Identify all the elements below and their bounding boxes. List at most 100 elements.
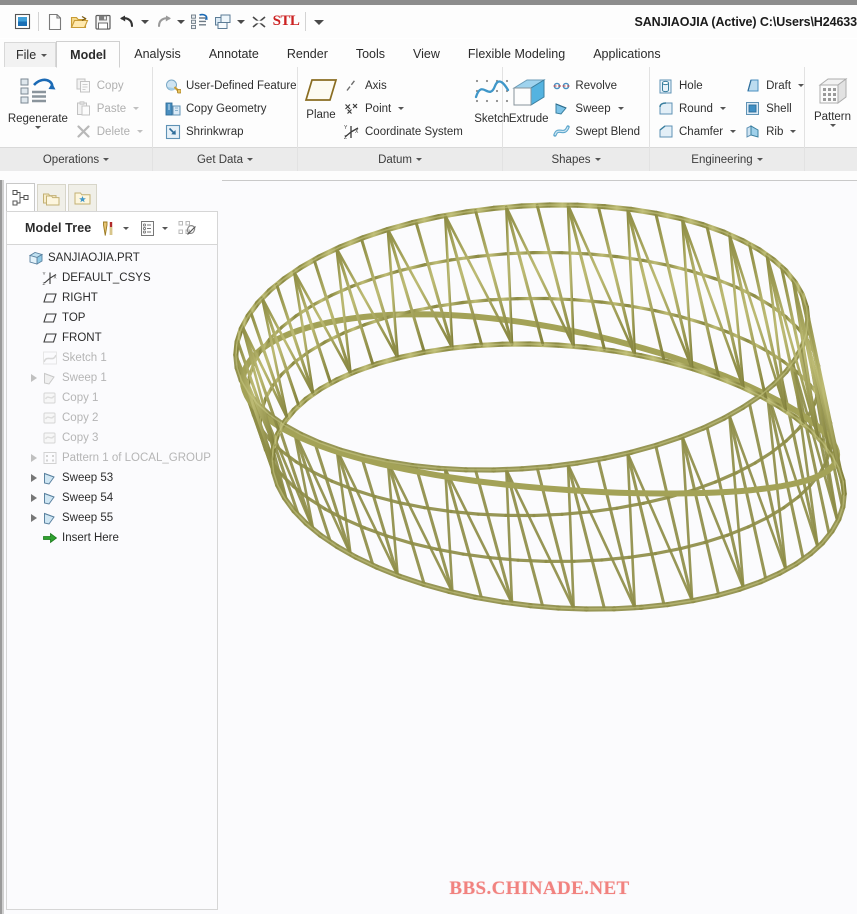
tree-item-insert-here[interactable]: Insert Here — [7, 528, 217, 548]
swept-blend-button[interactable]: Swept Blend — [550, 120, 645, 143]
tree-item-default-csys[interactable]: Y Z X DEFAULT_CSYS — [7, 268, 217, 288]
tree-item-sanjiaojia-prt[interactable]: SANJIAOJIA.PRT — [7, 248, 217, 268]
undo-icon[interactable] — [115, 10, 139, 34]
window-restore-icon[interactable] — [10, 10, 34, 34]
tree-settings-icon[interactable] — [97, 217, 119, 239]
tab-tools[interactable]: Tools — [342, 41, 399, 67]
engineering-expand-icon[interactable] — [756, 158, 763, 161]
model-tree-list[interactable]: SANJIAOJIA.PRT Y Z X DEFAULT_CSYS RIGHT TOP… — [6, 245, 218, 910]
shell-button[interactable]: Shell — [741, 97, 809, 120]
open-folder-icon[interactable] — [67, 10, 91, 34]
close-window-icon[interactable] — [247, 10, 271, 34]
tree-item-right[interactable]: RIGHT — [7, 288, 217, 308]
expand-triangle-icon[interactable] — [27, 468, 41, 488]
draft-dropdown-icon[interactable] — [798, 84, 805, 87]
coordinate-system-label: Coordinate System — [365, 125, 463, 138]
graphics-viewport[interactable]: BBS.CHINADE.NET — [222, 180, 857, 914]
datum-expand-icon[interactable] — [415, 158, 422, 161]
sweep-button[interactable]: Sweep — [550, 97, 645, 120]
tab-analysis[interactable]: Analysis — [120, 41, 195, 67]
draft-button[interactable]: Draft — [741, 74, 809, 97]
customize-qat-icon[interactable] — [310, 11, 328, 33]
model-tree-tab[interactable] — [6, 183, 35, 211]
toroidal-lattice-truss-model[interactable] — [222, 181, 857, 914]
datum-point-button[interactable]: Point — [340, 97, 468, 120]
truss-member — [461, 552, 492, 560]
favorites-tab[interactable] — [68, 184, 97, 211]
revolve-button[interactable]: Revolve — [550, 74, 645, 97]
operations-expand-icon[interactable] — [103, 158, 110, 161]
copy-geometry-button[interactable]: Copy Geometry — [161, 97, 302, 120]
tab-render[interactable]: Render — [273, 41, 342, 67]
user-defined-feature-button[interactable]: User-Defined Feature — [161, 74, 302, 97]
round-button[interactable]: Round — [654, 97, 741, 120]
delete-dropdown-icon[interactable] — [137, 130, 143, 133]
window-switch-dropdown-icon[interactable] — [235, 11, 247, 33]
tree-item-sweep-53[interactable]: Sweep 53 — [7, 468, 217, 488]
tab-flexible-modeling[interactable]: Flexible Modeling — [454, 41, 579, 67]
window-switch-icon[interactable] — [211, 10, 235, 34]
ribbon-group-operations-label[interactable]: Operations — [0, 147, 152, 171]
expand-triangle-icon[interactable] — [27, 448, 41, 468]
shrinkwrap-button[interactable]: Shrinkwrap — [161, 120, 302, 143]
redo-dropdown-icon[interactable] — [175, 11, 187, 33]
point-dropdown-icon[interactable] — [398, 107, 405, 110]
round-dropdown-icon[interactable] — [719, 107, 726, 110]
tree-display-icon[interactable] — [136, 217, 158, 239]
get-data-expand-icon[interactable] — [247, 158, 254, 161]
datum-plane-button[interactable]: Plane — [302, 72, 340, 121]
rib-dropdown-icon[interactable] — [790, 130, 797, 133]
tab-file[interactable]: File — [4, 42, 57, 67]
ribbon-group-engineering-label[interactable]: Engineering — [650, 147, 804, 171]
coordinate-system-button[interactable]: Y Z X Coordinate System — [340, 120, 468, 143]
new-file-icon[interactable] — [43, 10, 67, 34]
extrude-button[interactable]: Extrude — [507, 72, 550, 125]
tree-display-dropdown-icon[interactable] — [158, 217, 172, 239]
chamfer-button[interactable]: Chamfer — [654, 120, 741, 143]
paste-dropdown-icon[interactable] — [133, 107, 140, 110]
redo-icon[interactable] — [151, 10, 175, 34]
delete-button[interactable]: Delete — [72, 120, 148, 143]
ribbon-group-get-data-label[interactable]: Get Data — [153, 147, 297, 171]
paste-button[interactable]: Paste — [72, 97, 148, 120]
chamfer-dropdown-icon[interactable] — [730, 130, 737, 133]
tab-applications[interactable]: Applications — [579, 41, 674, 67]
tree-item-sweep-55[interactable]: Sweep 55 — [7, 508, 217, 528]
shapes-expand-icon[interactable] — [594, 158, 601, 161]
sweep-dropdown-icon[interactable] — [617, 107, 624, 110]
tree-item-copy-1[interactable]: Copy 1 — [7, 388, 217, 408]
tab-model[interactable]: Model — [56, 41, 121, 68]
tree-item-sweep-1[interactable]: Sweep 1 — [7, 368, 217, 388]
rib-button[interactable]: Rib — [741, 120, 809, 143]
ribbon-group-datum-label[interactable]: Datum — [298, 147, 502, 171]
ribbon-group-editing-label[interactable] — [805, 147, 857, 171]
tree-item-copy-2[interactable]: Copy 2 — [7, 408, 217, 428]
ribbon-group-shapes-label[interactable]: Shapes — [503, 147, 649, 171]
tree-filter-icon[interactable] — [176, 217, 198, 239]
copy-button[interactable]: Copy — [72, 74, 148, 97]
pattern-dropdown-icon[interactable] — [829, 124, 836, 127]
tab-view[interactable]: View — [399, 41, 454, 67]
stl-icon[interactable]: STL — [271, 10, 301, 34]
tree-item-top[interactable]: TOP — [7, 308, 217, 328]
tree-item-front[interactable]: FRONT — [7, 328, 217, 348]
expand-triangle-icon[interactable] — [27, 488, 41, 508]
undo-dropdown-icon[interactable] — [139, 11, 151, 33]
tree-item-sketch-1[interactable]: Sketch 1 — [7, 348, 217, 368]
datum-axis-button[interactable]: Axis — [340, 74, 468, 97]
folder-browser-tab[interactable] — [37, 184, 66, 211]
save-icon[interactable] — [91, 10, 115, 34]
tree-item-pattern-1-of-local-group[interactable]: Pattern 1 of LOCAL_GROUP — [7, 448, 217, 468]
tab-annotate[interactable]: Annotate — [195, 41, 273, 67]
expand-triangle-icon[interactable] — [27, 368, 41, 388]
tree-item-copy-3[interactable]: Copy 3 — [7, 428, 217, 448]
tree-item-sweep-54[interactable]: Sweep 54 — [7, 488, 217, 508]
regenerate-icon[interactable] — [187, 10, 211, 34]
regenerate-button[interactable]: Regenerate — [4, 72, 72, 129]
hole-button[interactable]: Hole — [654, 74, 741, 97]
tree-settings-dropdown-icon[interactable] — [119, 217, 133, 239]
pattern-button[interactable]: Pattern — [809, 72, 856, 127]
regenerate-dropdown-icon[interactable] — [34, 126, 41, 129]
expand-triangle-icon[interactable] — [27, 508, 41, 528]
